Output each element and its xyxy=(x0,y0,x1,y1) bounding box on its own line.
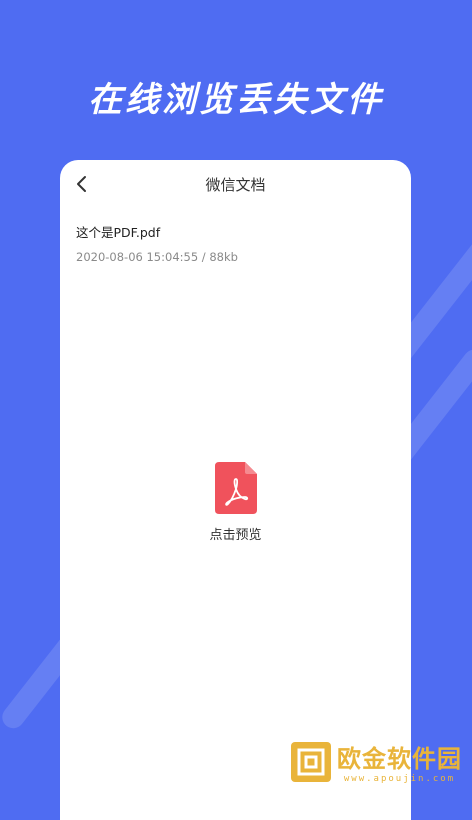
preview-label: 点击预览 xyxy=(209,528,262,543)
watermark-name: 欧金软件园 xyxy=(337,745,462,773)
watermark: 欧金软件园 www.apoujin.com xyxy=(291,739,462,784)
navbar: 微信文档 xyxy=(60,160,411,208)
pdf-file-icon xyxy=(214,462,257,514)
page-title: 微信文档 xyxy=(205,176,266,194)
watermark-url: www.apoujin.com xyxy=(343,774,456,784)
file-info: 这个是PDF.pdf 2020-08-06 15:04:55 / 88kb xyxy=(76,222,238,264)
file-name: 这个是PDF.pdf xyxy=(76,225,161,240)
watermark-text: 欧金软件园 www.apoujin.com xyxy=(337,739,462,784)
watermark-logo-icon xyxy=(291,741,331,782)
preview-button[interactable]: 点击预览 xyxy=(60,462,411,543)
file-meta: 2020-08-06 15:04:55 / 88kb xyxy=(76,250,238,264)
promo-headline: 在线浏览丢失文件 xyxy=(88,80,384,120)
phone-screen: 微信文档 这个是PDF.pdf 2020-08-06 15:04:55 / 88… xyxy=(60,160,411,820)
